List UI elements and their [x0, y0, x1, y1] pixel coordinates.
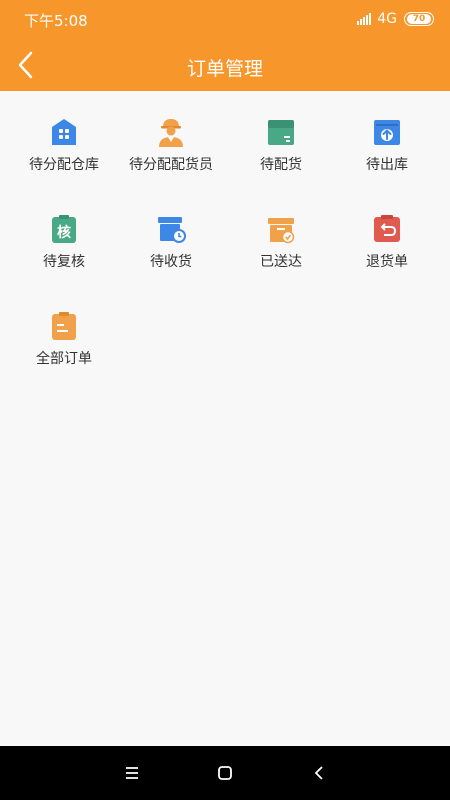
warehouse-icon	[52, 119, 76, 145]
system-back-button[interactable]	[306, 760, 332, 786]
network-type: 4G	[377, 11, 397, 27]
menu-item-all-orders[interactable]: 全部订单	[8, 310, 120, 390]
hamburger-icon	[126, 767, 138, 779]
status-bar: 下午5:08 4G 70	[0, 0, 450, 40]
back-triangle-icon	[314, 766, 323, 780]
menu-item-pending-picking[interactable]: 待配货	[225, 116, 337, 196]
header: 下午5:08 4G 70 订单管理	[0, 0, 450, 91]
battery-icon: 70	[404, 12, 434, 26]
menu-button[interactable]	[119, 760, 145, 786]
menu-item-label: 退货单	[366, 254, 408, 270]
menu-item-label: 待分配配货员	[129, 157, 213, 173]
battery-level: 70	[407, 14, 431, 24]
home-button[interactable]	[212, 760, 238, 786]
menu-item-pending-receipt[interactable]: 待收货	[115, 213, 227, 293]
system-navigation-bar	[0, 746, 450, 800]
menu-item-label: 待收货	[150, 254, 192, 270]
menu-item-pending-warehouse[interactable]: 待分配仓库	[8, 116, 120, 196]
receive-icon	[158, 217, 186, 243]
review-icon: 核	[52, 215, 76, 243]
menu-item-label: 已送达	[260, 254, 302, 270]
status-time: 下午5:08	[24, 12, 88, 30]
menu-item-label: 待复核	[43, 254, 85, 270]
menu-item-pending-review[interactable]: 核 待复核	[8, 213, 120, 293]
outbound-icon	[374, 120, 400, 145]
menu-item-delivered[interactable]: 已送达	[225, 213, 337, 293]
menu-item-label: 待分配仓库	[29, 157, 99, 173]
status-indicators: 4G 70	[357, 11, 434, 27]
home-square-icon	[218, 766, 232, 780]
menu-item-pending-picker[interactable]: 待分配配货员	[115, 116, 227, 196]
page-title: 订单管理	[186, 58, 263, 80]
menu-item-label: 待出库	[366, 157, 408, 173]
box-icon	[268, 120, 294, 145]
return-icon	[374, 215, 400, 242]
worker-icon	[159, 119, 183, 147]
menu-item-label: 全部订单	[36, 351, 92, 367]
delivered-icon	[268, 218, 295, 244]
all-orders-icon	[52, 312, 76, 340]
review-icon-char: 核	[57, 224, 71, 241]
menu-item-pending-outbound[interactable]: 待出库	[331, 116, 443, 196]
menu-item-return-order[interactable]: 退货单	[331, 213, 443, 293]
menu-item-label: 待配货	[260, 157, 302, 173]
nav-bar: 订单管理	[0, 40, 450, 91]
signal-icon	[357, 13, 372, 25]
